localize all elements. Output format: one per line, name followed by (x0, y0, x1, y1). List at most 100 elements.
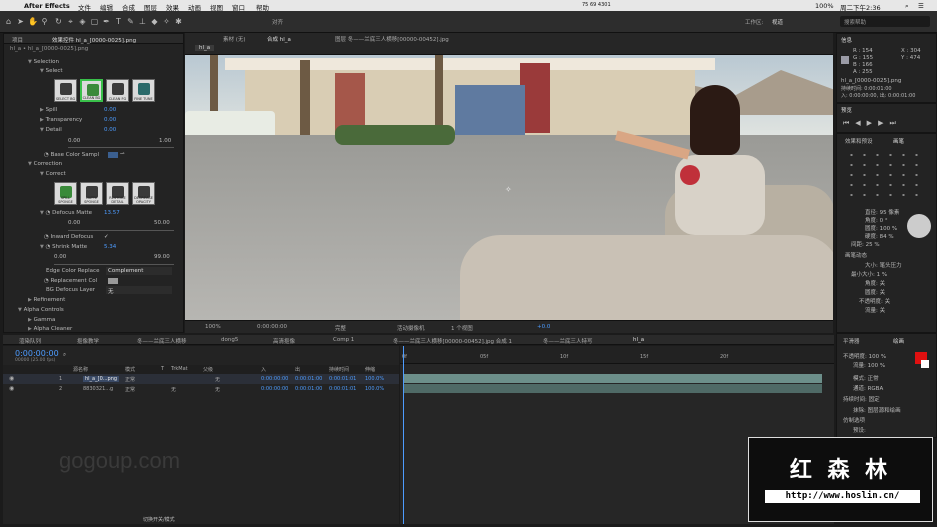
detail-value[interactable]: 0.00 (104, 127, 116, 133)
layer-out[interactable]: 0:00:01:00 (295, 386, 322, 392)
select-group[interactable]: ▼ Select (40, 68, 63, 74)
tab-layer[interactable]: 图层 冬——兰底三人横移[00000-00452].jpg (335, 35, 449, 43)
layer-mode[interactable]: 正常 (125, 386, 135, 393)
clean-bg-button[interactable]: CLEAN BG (80, 79, 103, 102)
layer-out[interactable]: 0:00:01:00 (295, 376, 322, 382)
timeline-timecode[interactable]: 0:00:00:00 (15, 349, 59, 358)
search-icon[interactable]: ⌕ (63, 352, 66, 359)
menu-window[interactable]: 窗口 (232, 2, 245, 12)
tab-hd-keying[interactable]: 高清抠像 (273, 337, 295, 345)
tab-footage[interactable]: 素材 (无) (223, 35, 246, 43)
detail-row[interactable]: ▼ Detail (40, 127, 62, 133)
text-tool-icon[interactable]: T (114, 17, 123, 26)
search-icon[interactable]: ⌕ (905, 2, 909, 11)
brush-min-size[interactable]: 最小大小: 1 % (851, 270, 887, 278)
help-search-input[interactable]: 搜索帮助 (840, 16, 930, 27)
layer-trkmat[interactable]: 无 (171, 386, 176, 393)
layer-parent[interactable]: 无 (215, 386, 220, 393)
spill-sponge-button[interactable]: SPILL SPONGE (54, 182, 77, 205)
shrink-row[interactable]: ▼ ◔ Shrink Matte (40, 244, 87, 250)
menu-file[interactable]: 文件 (78, 2, 91, 12)
background-color-swatch[interactable] (921, 360, 929, 368)
replacement-swatch[interactable] (108, 278, 118, 284)
layer-duration[interactable]: 0:00:01:01 (329, 386, 356, 392)
tab-composition[interactable]: 合成 hl_a (267, 35, 291, 43)
tab-comp-bluescreen[interactable]: 冬——兰底三人横移 (137, 337, 187, 345)
rectangle-tool-icon[interactable]: ▢ (90, 17, 99, 26)
select-bg-button[interactable]: SELECT BG (54, 79, 77, 102)
spill-row[interactable]: ▶ Spill (40, 107, 57, 113)
pan-tool-icon[interactable]: ◈ (78, 17, 87, 26)
exposure-value[interactable]: +0.0 (537, 324, 550, 330)
alpha-controls-group[interactable]: ▼ Alpha Controls (18, 307, 64, 313)
tab-smoother[interactable]: 平滑器 (843, 337, 860, 345)
stopwatch-icon[interactable]: ◔ (44, 152, 49, 158)
restore-detail-button[interactable]: RESTORE DETAIL (106, 182, 129, 205)
paint-opacity[interactable]: 不透明度: 100 % (843, 352, 886, 360)
menu-help[interactable]: 帮助 (256, 2, 269, 12)
roto-tool-icon[interactable]: ✧ (162, 17, 171, 26)
tab-comp-closeup[interactable]: 冬——兰底三人特写 (543, 337, 593, 345)
refinement-group[interactable]: ▶ Refinement (28, 297, 65, 303)
layer-name[interactable]: hl_a_[0...png (83, 376, 120, 382)
menu-animation[interactable]: 动画 (188, 2, 201, 12)
visibility-eye-icon[interactable]: ◉ (9, 375, 14, 382)
pen-tool-icon[interactable]: ✒ (102, 17, 111, 26)
tab-brushes[interactable]: 画笔 (893, 137, 904, 145)
defocus-row[interactable]: ▼ ◔ Defocus Matte (40, 210, 92, 216)
playhead[interactable] (403, 346, 404, 524)
brush-angle-dyn[interactable]: 角度: 关 (865, 279, 885, 287)
layer-bar-2[interactable] (404, 384, 822, 393)
hand-tool-icon[interactable]: ✋ (28, 17, 38, 26)
paint-channel[interactable]: 通道: RGBA (853, 384, 883, 392)
current-time[interactable]: 0:00:00:00 (257, 324, 287, 330)
transparency-value[interactable]: 0.00 (104, 117, 116, 123)
brush-presets-grid[interactable] (845, 150, 925, 200)
views-select[interactable]: 1 个视图 (451, 324, 473, 332)
defocus-value[interactable]: 13.57 (104, 210, 120, 216)
zoom-select[interactable]: 100% (205, 324, 221, 330)
paint-mode[interactable]: 模式: 正常 (853, 374, 879, 382)
brush-roundness-dyn[interactable]: 圆度: 关 (865, 288, 885, 296)
camera-select[interactable]: 活动摄像机 (397, 324, 425, 332)
spill-value[interactable]: 0.00 (104, 107, 116, 113)
stopwatch-icon[interactable]: ◔ (46, 210, 51, 216)
tab-paint[interactable]: 绘画 (893, 337, 904, 345)
selection-tool-icon[interactable]: ➤ (16, 17, 25, 26)
menu-view[interactable]: 视图 (210, 2, 223, 12)
transparency-row[interactable]: ▶ Transparency (40, 117, 82, 123)
zoom-tool-icon[interactable]: ⚲ (40, 17, 49, 26)
correct-group[interactable]: ▼ Correct (40, 171, 66, 177)
tab-effects-presets[interactable]: 效果和预设 (845, 137, 873, 145)
menu-list-icon[interactable]: ☰ (918, 2, 924, 10)
brush-size[interactable]: 大小: 笔头压力 (865, 261, 902, 269)
home-icon[interactable]: ⌂ (4, 17, 13, 26)
shrink-slider[interactable] (54, 264, 174, 265)
gamma-group[interactable]: ▶ Gamma (28, 317, 55, 323)
layer-in[interactable]: 0:00:00:00 (261, 376, 288, 382)
inward-defocus-checkbox[interactable]: ✓ (104, 234, 109, 240)
visibility-eye-icon[interactable]: ◉ (9, 385, 14, 392)
comp-label[interactable]: hl_a (195, 45, 215, 51)
matte-sponge-button[interactable]: MATTE SPONGE (80, 182, 103, 205)
layer-stretch[interactable]: 100.0% (365, 376, 384, 382)
playback-controls[interactable]: ⏮◀▶▶⏭ (843, 119, 902, 128)
layer-mode[interactable]: 正常 (125, 376, 135, 383)
menu-composition[interactable]: 合成 (122, 2, 135, 12)
brush-tool-icon[interactable]: ✎ (126, 17, 135, 26)
resolution-select[interactable]: 完整 (335, 324, 346, 332)
selection-group[interactable]: ▼ Selection (28, 59, 59, 65)
menu-effect[interactable]: 效果 (166, 2, 179, 12)
align-label[interactable]: 对齐 (272, 18, 283, 26)
stopwatch-icon[interactable]: ◔ (44, 234, 49, 240)
fine-tune-button[interactable]: FINE TUNE (132, 79, 155, 102)
menu-layer[interactable]: 图层 (144, 2, 157, 12)
base-color-swatch[interactable] (108, 152, 118, 158)
menu-edit[interactable]: 编辑 (100, 2, 113, 12)
paint-duration[interactable]: 持续时间: 固定 (843, 395, 880, 403)
stopwatch-icon[interactable]: ◔ (44, 278, 49, 284)
camera-tool-icon[interactable]: ⌖ (66, 17, 75, 26)
stopwatch-icon[interactable]: ◔ (46, 244, 51, 250)
brush-opacity-dyn[interactable]: 不透明度: 关 (859, 297, 890, 305)
app-menu[interactable]: After Effects (24, 2, 70, 10)
